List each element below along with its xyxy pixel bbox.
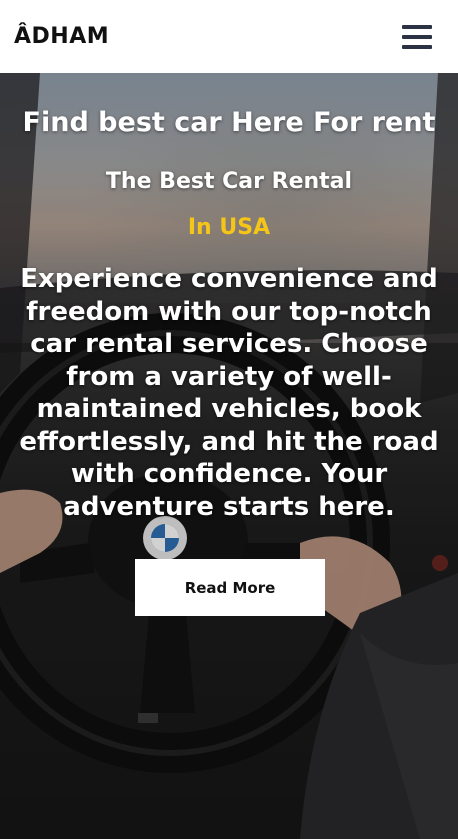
brand-logo[interactable]: ÂDHAM [14, 24, 109, 49]
hamburger-line [402, 44, 432, 49]
hero-section: Find best car Here For rent The Best Car… [0, 73, 458, 839]
read-more-button[interactable]: Read More [135, 559, 325, 616]
hamburger-line [402, 34, 432, 39]
hero-description: Experience convenience and freedom with … [19, 264, 439, 522]
hamburger-line [402, 24, 432, 29]
hero-subtitle: The Best Car Rental [105, 169, 353, 194]
hero-location: In USA [187, 215, 271, 240]
navbar: ÂDHAM [0, 0, 458, 73]
hero-title: Find best car Here For rent [22, 107, 436, 138]
hamburger-menu-icon[interactable] [402, 24, 432, 49]
